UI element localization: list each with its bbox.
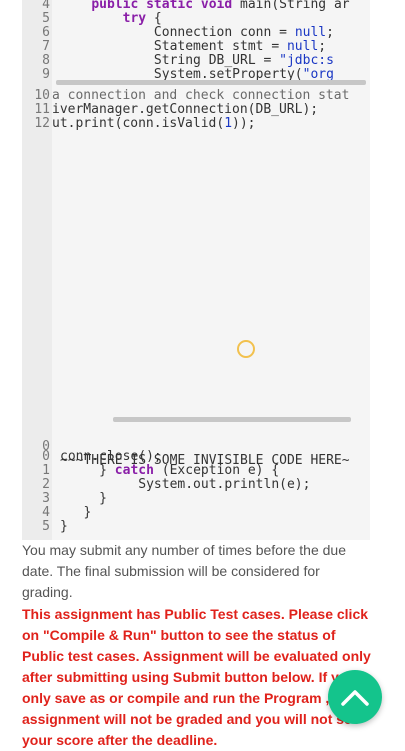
line-number: 8 xyxy=(42,53,50,68)
code-line: 0 conn.close(); xyxy=(22,450,370,464)
horizontal-scrollbar-top[interactable] xyxy=(56,80,366,85)
code-line: 1 } catch (Exception e) { xyxy=(22,464,370,478)
line-number: 4 xyxy=(42,505,50,520)
line-number: 10 xyxy=(34,88,50,103)
code-text: ut.print(conn.isValid(1)); xyxy=(52,116,256,131)
line-number: 3 xyxy=(42,491,50,506)
code-line: 12 ut.print(conn.isValid(1)); xyxy=(22,117,370,131)
code-text: Connection conn = null; xyxy=(60,25,334,40)
line-number: 5 xyxy=(42,519,50,534)
code-line: 8 String DB_URL = "jdbc:s xyxy=(22,54,370,68)
code-line: 2 System.out.println(e); xyxy=(22,478,370,492)
code-line: 10 a connection and check connection stat xyxy=(22,89,370,103)
code-text: } xyxy=(60,491,107,506)
touch-indicator xyxy=(237,340,255,358)
submission-note: You may submit any number of times befor… xyxy=(22,542,346,600)
code-text: System.out.println(e); xyxy=(60,477,311,492)
code-text: Statement stmt = null; xyxy=(60,39,327,54)
code-line: 4 } xyxy=(22,506,370,520)
code-line: 6 Connection conn = null; xyxy=(22,26,370,40)
line-number: 6 xyxy=(42,25,50,40)
code-editor[interactable]: 4 public static void main(String ar 5 try… xyxy=(22,0,370,540)
line-number: 9 xyxy=(42,67,50,82)
code-text: } xyxy=(60,519,68,534)
code-text: String DB_URL = "jdbc:s xyxy=(60,53,334,68)
code-text: a connection and check connection stat xyxy=(52,88,350,103)
code-text: } xyxy=(60,505,92,520)
code-text: conn.close(); xyxy=(60,449,162,464)
line-number: 0 xyxy=(42,449,50,464)
code-text: iverManager.getConnection(DB_URL); xyxy=(52,102,319,117)
chevron-up-icon xyxy=(341,690,369,706)
horizontal-scrollbar-bottom[interactable] xyxy=(113,417,351,422)
line-number: 5 xyxy=(42,11,50,26)
code-line: 5} xyxy=(22,520,370,534)
line-number: 7 xyxy=(42,39,50,54)
line-number: 11 xyxy=(34,102,50,117)
public-test-warning: This assignment has Public Test cases. P… xyxy=(22,606,371,748)
code-text: try { xyxy=(122,11,162,26)
code-line: 5 try { xyxy=(22,12,370,26)
code-line: 11 iverManager.getConnection(DB_URL); xyxy=(22,103,370,117)
code-line: 7 Statement stmt = null; xyxy=(22,40,370,54)
line-number: 1 xyxy=(42,463,50,478)
line-number: 12 xyxy=(34,116,50,131)
invisible-code-line: 0 ~~~THERE IS SOME INVISIBLE CODE HERE~ xyxy=(22,426,370,468)
line-number: 2 xyxy=(42,477,50,492)
scroll-to-top-button[interactable] xyxy=(328,670,382,724)
code-line: 3 } xyxy=(22,492,370,506)
code-text: } catch (Exception e) { xyxy=(60,463,280,478)
